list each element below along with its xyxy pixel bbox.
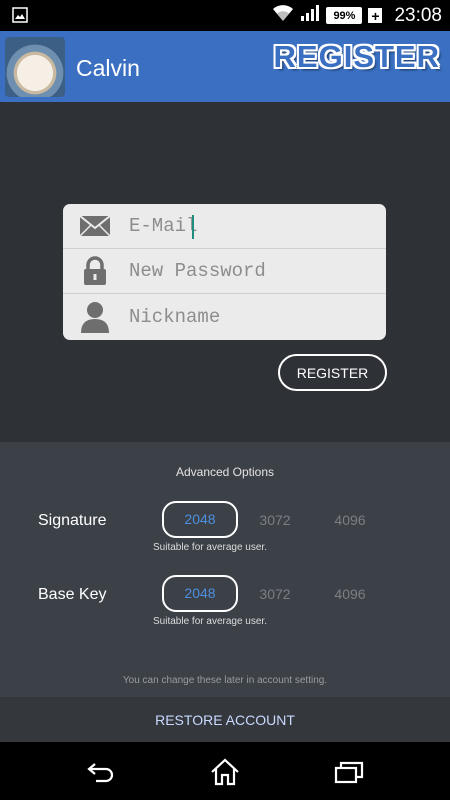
person-icon: [63, 301, 127, 333]
password-row: [63, 249, 386, 294]
register-form: [63, 204, 386, 340]
app-title: Calvin: [76, 55, 140, 81]
battery-icon: 99%: [326, 7, 363, 24]
mail-icon: [63, 214, 127, 238]
base-key-option-3072[interactable]: 3072: [237, 586, 313, 602]
restore-account-button[interactable]: RESTORE ACCOUNT: [155, 712, 295, 728]
battery-percent: 99%: [333, 9, 356, 22]
settings-hint: You can change these later in account se…: [122, 675, 328, 686]
signature-option-2048[interactable]: 2048: [162, 501, 238, 538]
image-notification-icon: [12, 7, 28, 28]
wifi-icon: [272, 4, 294, 27]
signature-note: Suitable for average user.: [153, 542, 267, 553]
status-time: 23:08: [394, 4, 442, 26]
nickname-row: [63, 294, 386, 340]
navigation-bar: [0, 742, 450, 800]
signature-label: Signature: [38, 512, 107, 529]
advanced-options-panel: Advanced Options Signature 2048 3072 409…: [0, 442, 450, 697]
email-field[interactable]: [127, 214, 371, 238]
register-button[interactable]: REGISTER: [278, 354, 387, 391]
app-avatar[interactable]: [5, 37, 65, 97]
email-row: [63, 204, 386, 249]
home-icon[interactable]: [210, 757, 240, 787]
new-password-field[interactable]: [127, 259, 371, 283]
base-key-label: Base Key: [38, 586, 107, 603]
advanced-options-title: Advanced Options: [175, 465, 275, 479]
nickname-field[interactable]: [127, 305, 371, 329]
signal-icon: [300, 4, 320, 27]
base-key-option-4096[interactable]: 4096: [312, 586, 388, 602]
lock-icon: [63, 256, 127, 286]
restore-bar: RESTORE ACCOUNT: [0, 697, 450, 742]
screen-title: REGISTER: [273, 39, 440, 74]
base-key-option-2048[interactable]: 2048: [162, 575, 238, 612]
recents-icon[interactable]: [334, 757, 364, 787]
base-key-note: Suitable for average user.: [153, 616, 267, 627]
status-bar: 99% + 23:08: [0, 0, 450, 31]
app-bar: Calvin REGISTER: [0, 31, 450, 102]
charging-icon: +: [368, 8, 383, 23]
signature-option-4096[interactable]: 4096: [312, 512, 388, 528]
text-caret: [192, 215, 194, 239]
back-icon[interactable]: [86, 757, 116, 787]
signature-option-3072[interactable]: 3072: [237, 512, 313, 528]
